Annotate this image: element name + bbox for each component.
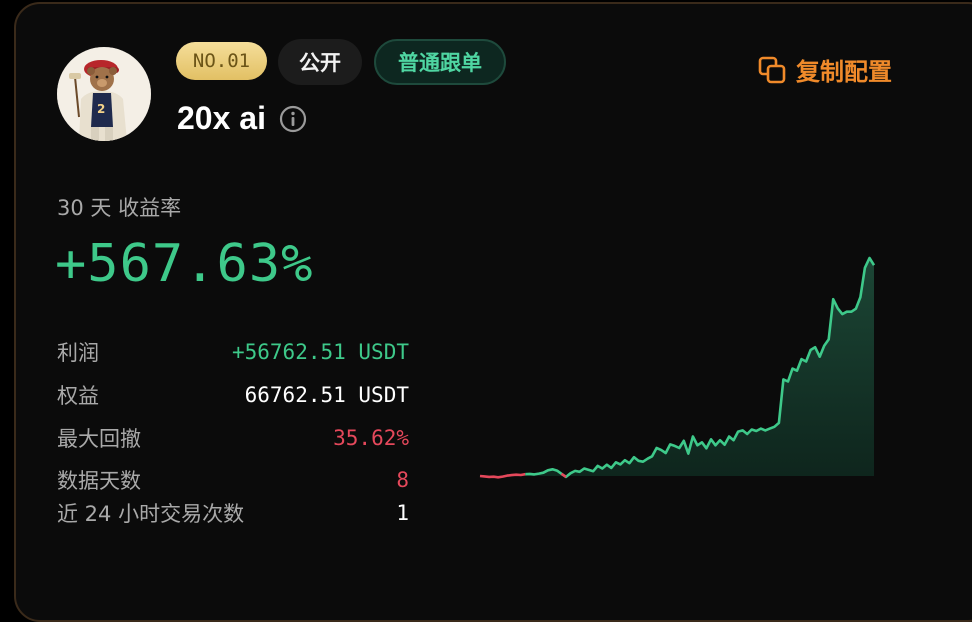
stat-label: 最大回撤 [57,427,141,451]
trader-name: 20x ai [177,100,266,136]
stat-row-equity: 权益 66762.51 USDT [57,377,409,413]
stat-label: 近 24 小时交易次数 [57,501,245,526]
stat-value: +56762.51 USDT [231,340,409,364]
stat-value: 66762.51 USDT [244,383,409,407]
chart-line-negative [479,472,526,479]
roi-period-label: 30 天 收益率 [57,196,182,220]
copy-config-label: 复制配置 [796,58,892,86]
svg-text:2: 2 [97,102,105,116]
copy-icon [758,56,786,83]
stat-value: 1 [396,500,409,525]
info-icon[interactable] [278,104,308,134]
chart-line-dip [560,472,567,478]
copy-config-button[interactable]: 复制配置 [756,52,892,87]
bear-avatar-image: 2 [57,47,151,141]
stat-value: 8 [396,467,409,492]
stat-row-trades-24h: 近 24 小时交易次数 1 [57,496,409,529]
copy-mode-badge: 普通跟单 [374,39,506,85]
visibility-badge: 公开 [278,39,362,85]
stat-label: 权益 [57,384,99,408]
roi-value: +567.63% [55,234,314,294]
stat-value: 35.62% [333,426,409,450]
stat-row-profit: 利润 +56762.51 USDT [57,334,409,370]
pnl-area-chart [479,256,876,479]
stat-row-data-days: 数据天数 8 [57,463,409,496]
stat-row-max-drawdown: 最大回撤 35.62% [57,420,409,456]
stat-label: 数据天数 [57,468,141,493]
rank-badge: NO.01 [176,42,267,80]
trader-avatar[interactable]: 2 [57,47,151,141]
stat-label: 利润 [57,341,99,365]
stats-list: 利润 +56762.51 USDT 权益 66762.51 USDT 最大回撤 … [57,334,409,529]
trader-name-row: 20x ai [177,100,308,137]
